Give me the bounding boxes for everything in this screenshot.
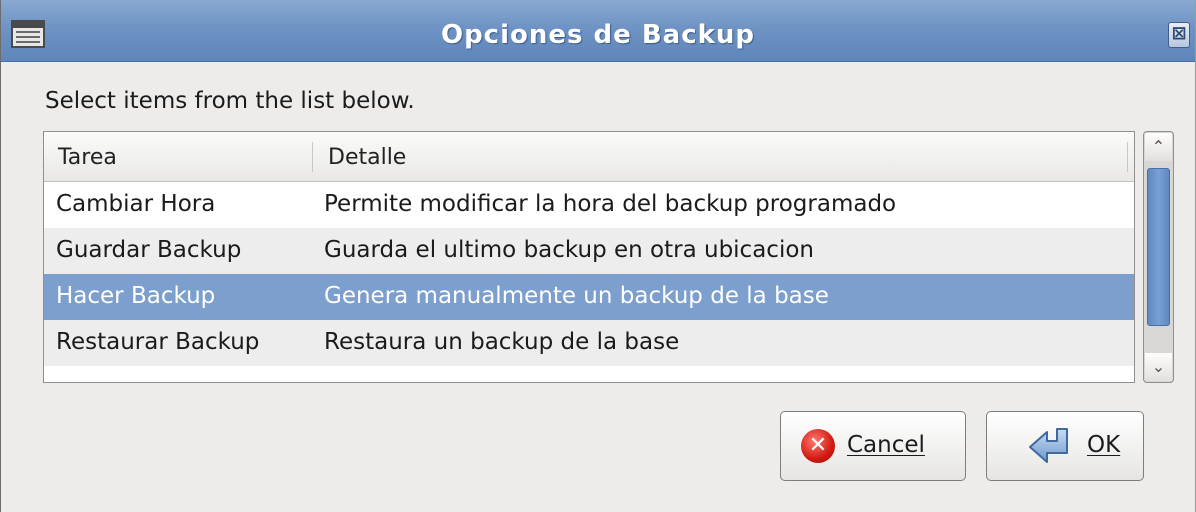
scroll-up-button[interactable]: ⌃ (1145, 133, 1172, 161)
ok-button[interactable]: OK (986, 411, 1144, 481)
instruction-text: Select items from the list below. (45, 88, 415, 114)
cell-tarea: Cambiar Hora (56, 191, 216, 217)
table-row-selected[interactable]: Hacer Backup Genera manualmente un backu… (44, 274, 1134, 320)
scroll-down-button[interactable]: ⌄ (1145, 353, 1172, 381)
vertical-scrollbar[interactable]: ⌃ ⌄ (1143, 131, 1174, 383)
column-separator (1127, 142, 1128, 172)
column-header-detalle[interactable]: Detalle (328, 145, 406, 170)
ok-return-arrow-icon (1029, 428, 1068, 463)
cancel-button[interactable]: ✕ Cancel (780, 411, 966, 481)
scrollbar-thumb[interactable] (1147, 168, 1170, 326)
cell-tarea: Hacer Backup (56, 283, 216, 309)
list-header: Tarea Detalle (44, 132, 1134, 182)
table-row[interactable]: Guardar Backup Guarda el ultimo backup e… (44, 228, 1134, 274)
window-title: Opciones de Backup (440, 20, 756, 50)
cancel-icon: ✕ (801, 429, 835, 463)
table-row-partial[interactable] (44, 366, 1134, 382)
cell-tarea: Guardar Backup (56, 237, 242, 263)
task-list[interactable]: Tarea Detalle Cambiar Hora Permite modif… (43, 131, 1135, 383)
cell-detalle: Restaura un backup de la base (324, 329, 680, 355)
cell-tarea: Restaurar Backup (56, 329, 260, 355)
table-row[interactable]: Restaurar Backup Restaura un backup de l… (44, 320, 1134, 366)
cancel-button-label: Cancel (847, 432, 925, 458)
table-row[interactable]: Cambiar Hora Permite modificar la hora d… (44, 182, 1134, 228)
ok-button-label: OK (1087, 432, 1121, 458)
dialog-window: Opciones de Backup ⊠ Select items from t… (0, 0, 1196, 512)
cell-detalle: Permite modificar la hora del backup pro… (324, 191, 897, 217)
column-separator (312, 142, 313, 172)
close-icon[interactable]: ⊠ (1168, 22, 1190, 48)
column-header-tarea[interactable]: Tarea (58, 145, 117, 170)
cell-detalle: Genera manualmente un backup de la base (324, 283, 829, 309)
title-bar[interactable]: Opciones de Backup ⊠ (1, 0, 1195, 62)
cell-detalle: Guarda el ultimo backup en otra ubicacio… (324, 237, 814, 263)
